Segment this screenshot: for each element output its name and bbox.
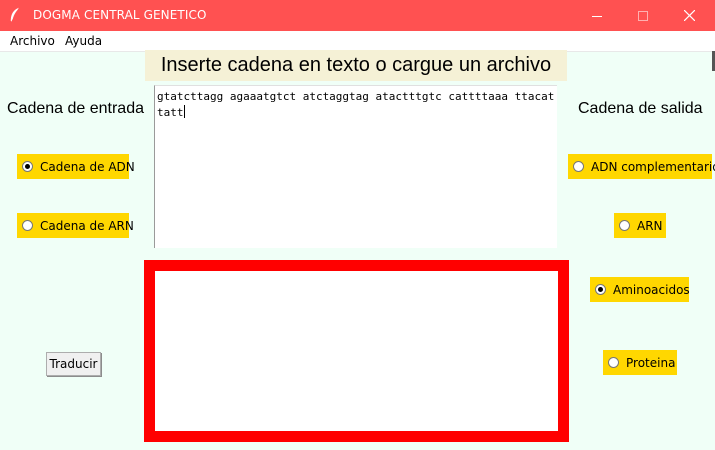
output-label: Cadena de salida <box>578 100 703 117</box>
radio-label: Proteina <box>626 355 676 370</box>
radio-adn-complementario[interactable]: ADN complementario <box>568 154 715 179</box>
menu-ayuda[interactable]: Ayuda <box>65 34 102 48</box>
radio-indicator <box>22 161 33 172</box>
radio-cadena-arn[interactable]: Cadena de ARN <box>17 213 134 238</box>
radio-indicator <box>595 284 606 295</box>
radio-indicator <box>22 220 33 231</box>
maximize-button[interactable] <box>620 0 666 31</box>
text-cursor <box>183 105 185 118</box>
radio-label: ADN complementario <box>591 159 715 174</box>
menu-bar: Archivo Ayuda <box>0 31 715 52</box>
output-textarea[interactable] <box>144 260 569 442</box>
title-bar: DOGMA CENTRAL GENETICO <box>0 0 715 31</box>
translate-button[interactable]: Traducir <box>46 352 101 376</box>
menu-archivo[interactable]: Archivo <box>10 34 55 48</box>
close-icon <box>683 10 695 21</box>
input-label: Cadena de entrada <box>7 100 144 117</box>
radio-proteina[interactable]: Proteina <box>603 350 677 375</box>
radio-label: Aminoacidos <box>613 282 690 297</box>
input-text: gtatcttagg agaaatgtct atctaggtag atacttt… <box>157 90 555 119</box>
radio-indicator <box>573 161 584 172</box>
radio-label: Cadena de ARN <box>40 218 134 233</box>
input-textarea[interactable]: gtatcttagg agaaatgtct atctaggtag atacttt… <box>154 85 557 248</box>
radio-label: Cadena de ADN <box>40 159 135 174</box>
window-title: DOGMA CENTRAL GENETICO <box>33 8 207 22</box>
minimize-icon <box>592 15 602 17</box>
minimize-button[interactable] <box>574 0 620 31</box>
close-button[interactable] <box>666 0 712 31</box>
radio-cadena-adn[interactable]: Cadena de ADN <box>17 154 135 179</box>
radio-indicator <box>608 357 619 368</box>
radio-label: ARN <box>637 218 663 233</box>
maximize-icon <box>638 10 648 21</box>
radio-aminoacidos[interactable]: Aminoacidos <box>590 277 690 302</box>
feather-icon <box>10 7 20 22</box>
page-heading: Inserte cadena en texto o cargue un arch… <box>145 50 567 81</box>
radio-indicator <box>619 220 630 231</box>
radio-arn[interactable]: ARN <box>614 213 666 238</box>
